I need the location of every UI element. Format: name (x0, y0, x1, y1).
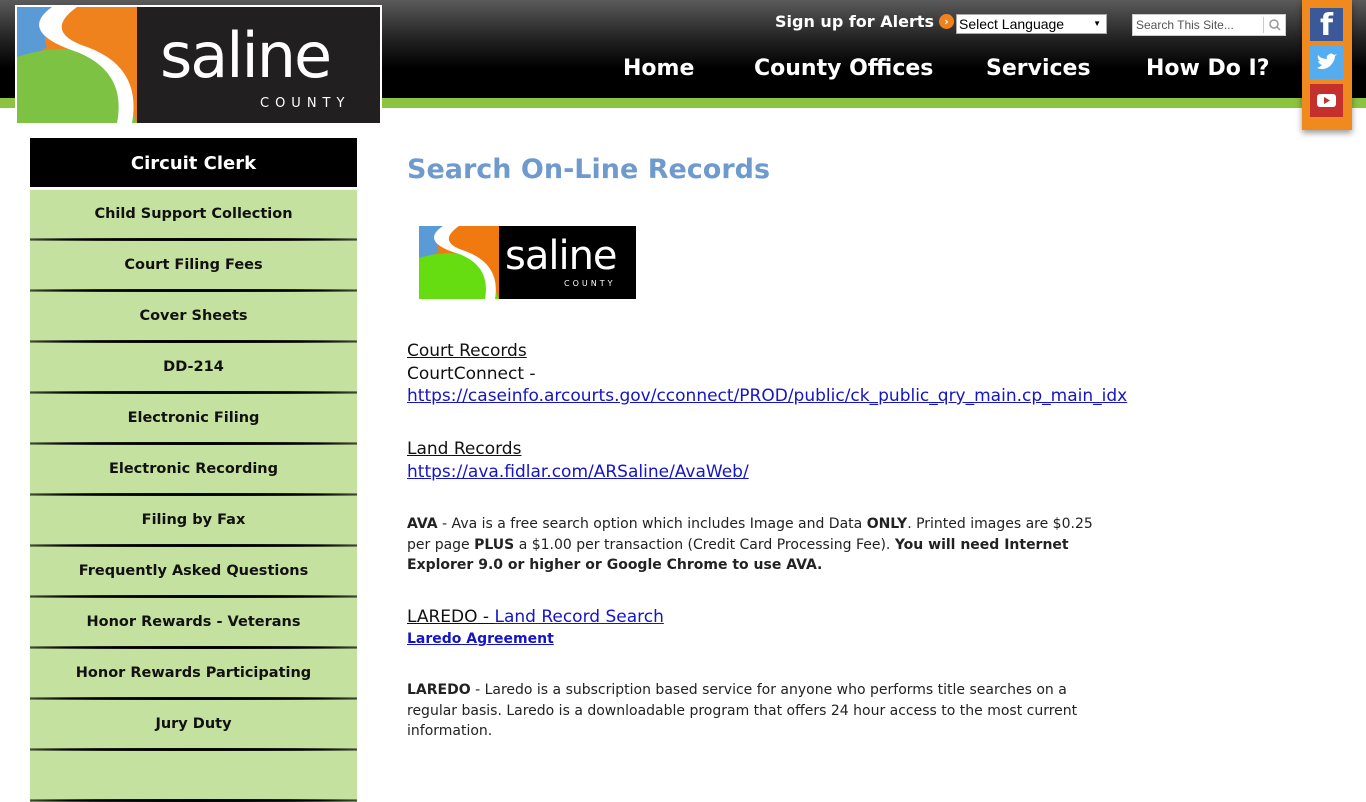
logo-county: COUNTY (564, 279, 616, 288)
sidebar-item-electronic-recording[interactable]: Electronic Recording (30, 445, 357, 496)
laredo-text: - Laredo is a subscription based service… (407, 682, 1078, 739)
sidebar: Circuit Clerk Child Support Collection C… (30, 138, 357, 802)
laredo-search-link[interactable]: Land Record Search (494, 607, 663, 627)
sidebar-item-faq[interactable]: Frequently Asked Questions (30, 547, 357, 598)
sidebar-item-dd214[interactable]: DD-214 (30, 343, 357, 394)
logo-swoosh-icon (419, 226, 499, 299)
sidebar-item-honor-rewards-businesses[interactable]: Honor Rewards Participating Businesses (30, 649, 357, 729)
ava-plus: PLUS (474, 536, 515, 553)
laredo-heading: LAREDO - Land Record Search (407, 607, 664, 627)
twitter-icon[interactable] (1310, 46, 1343, 79)
language-select[interactable]: Select Language ▼ (956, 14, 1107, 34)
logo-swoosh-icon (17, 7, 137, 123)
logo-word: saline (505, 233, 618, 279)
logo-county: COUNTY (260, 96, 351, 111)
logo-word: saline (160, 19, 332, 92)
sidebar-item-electronic-filing[interactable]: Electronic Filing (30, 394, 357, 445)
ava-only: ONLY (866, 516, 908, 532)
alerts-label: Sign up for Alerts (775, 12, 935, 31)
youtube-icon[interactable] (1310, 84, 1343, 117)
content-logo: saline COUNTY (419, 226, 636, 299)
dropdown-arrow-icon: ▼ (1093, 19, 1101, 28)
laredo-description: LAREDO - Laredo is a subscription based … (407, 680, 1107, 742)
court-records-heading: Court Records (407, 341, 527, 361)
ava-bold: AVA (407, 516, 438, 532)
site-search[interactable]: Search This Site... (1132, 14, 1286, 36)
nav-home[interactable]: Home (623, 56, 694, 81)
ava-text: a $1.00 per transaction (Credit Card Pro… (514, 536, 895, 553)
social-links: f (1302, 0, 1352, 130)
ava-text: - Ava is a free search option which incl… (437, 516, 867, 532)
land-records-heading: Land Records (407, 439, 522, 459)
page-title: Search On-Line Records (407, 154, 771, 185)
sidebar-item-cover-sheets[interactable]: Cover Sheets (30, 292, 357, 343)
sign-up-alerts-link[interactable]: Sign up for Alerts › (775, 12, 955, 31)
nav-how-do-i[interactable]: How Do I? (1146, 56, 1270, 81)
chevron-right-icon: › (939, 14, 955, 29)
nav-services[interactable]: Services (986, 56, 1091, 81)
search-icon (1269, 19, 1281, 31)
search-button[interactable] (1263, 17, 1285, 33)
facebook-icon[interactable]: f (1310, 8, 1343, 43)
search-input[interactable]: Search This Site... (1136, 18, 1234, 32)
sidebar-item-more[interactable] (30, 751, 357, 802)
nav-county-offices[interactable]: County Offices (754, 56, 933, 81)
sidebar-title: Circuit Clerk (30, 138, 357, 190)
saline-county-logo[interactable]: saline COUNTY (15, 5, 382, 125)
courtconnect-label: CourtConnect - (407, 364, 536, 384)
sidebar-item-child-support[interactable]: Child Support Collection (30, 190, 357, 241)
laredo-agreement-link[interactable]: Laredo Agreement (407, 631, 554, 647)
laredo-prefix: LAREDO - (407, 607, 495, 627)
sidebar-item-court-filing-fees[interactable]: Court Filing Fees (30, 241, 357, 292)
courtconnect-link[interactable]: https://caseinfo.arcourts.gov/cconnect/P… (407, 386, 1127, 406)
sidebar-item-honor-rewards-veterans[interactable]: Honor Rewards - Veterans (30, 598, 357, 649)
sidebar-item-filing-by-fax[interactable]: Filing by Fax (30, 496, 357, 547)
language-select-value: Select Language (959, 16, 1065, 32)
sidebar-item-jury-duty[interactable]: Jury Duty (30, 700, 357, 751)
ava-description: AVA - Ava is a free search option which … (407, 514, 1107, 576)
ava-link[interactable]: https://ava.fidlar.com/ARSaline/AvaWeb/ (407, 462, 749, 482)
laredo-bold: LAREDO (407, 682, 471, 698)
